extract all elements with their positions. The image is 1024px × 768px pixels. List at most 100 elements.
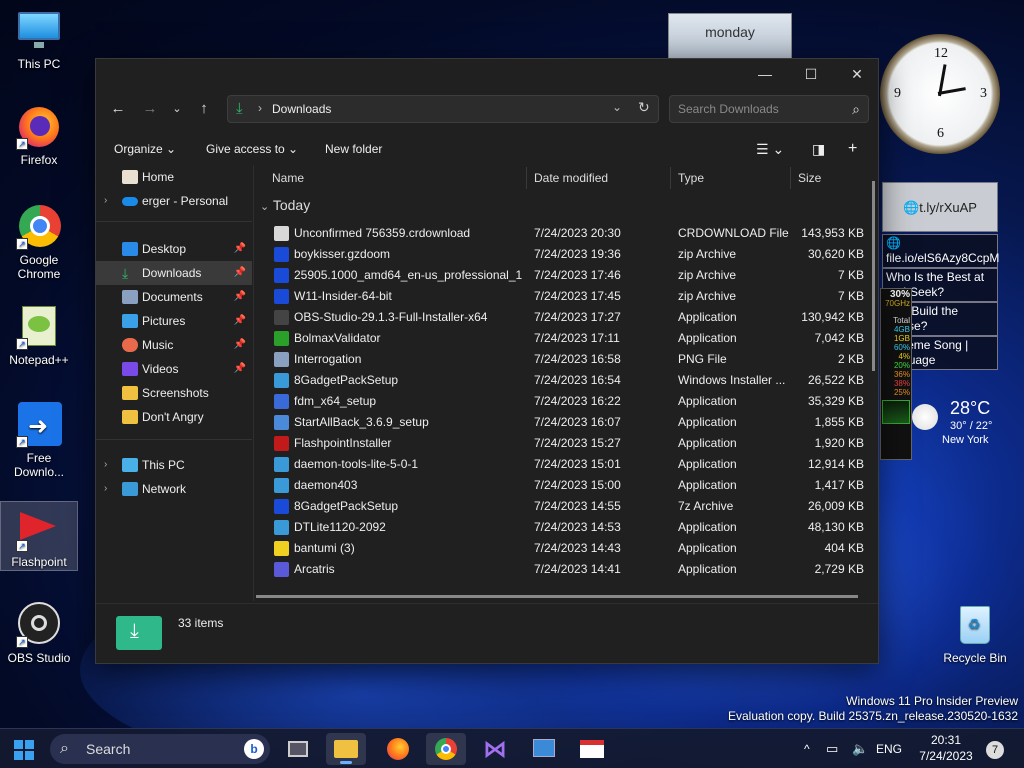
table-row[interactable]: OBS-Studio-29.1.3-Full-Installer-x64 7/24…: [256, 307, 870, 328]
recent-locations-chevron-icon[interactable]: ⌄: [166, 95, 188, 123]
taskbar-firefox[interactable]: [378, 733, 418, 765]
table-row[interactable]: fdm_x64_setup 7/24/2023 16:22 Application 3…: [256, 391, 870, 412]
up-button[interactable]: ↑: [188, 95, 220, 123]
desktop-icon-recycle-bin[interactable]: ♻ Recycle Bin: [936, 602, 1014, 665]
taskbar-app-window[interactable]: [572, 733, 612, 765]
group-header-today[interactable]: ⌄ Today: [260, 197, 310, 213]
desktop-icon-obs[interactable]: ↗ OBS Studio: [0, 602, 78, 665]
cell-size: 7,042 KB: [814, 331, 864, 345]
table-row[interactable]: daemon403 7/24/2023 15:00 Application 1,417…: [256, 475, 870, 496]
nav-network[interactable]: › Network: [96, 477, 252, 501]
refresh-icon[interactable]: ↻: [638, 99, 650, 116]
nav-this-pc[interactable]: › This PC: [96, 453, 252, 477]
add-icon[interactable]: +: [848, 133, 857, 165]
link-gadget-1[interactable]: 🌐t.ly/rXuAP: [882, 182, 998, 232]
tray-overflow-chevron-icon[interactable]: ^: [804, 729, 810, 768]
nav-screenshots[interactable]: Screenshots: [96, 381, 252, 405]
address-dropdown-chevron-icon[interactable]: ⌄: [612, 100, 622, 114]
desktop-icon-this-pc[interactable]: This PC: [0, 8, 78, 71]
table-row[interactable]: daemon-tools-lite-5-0-1 7/24/2023 15:01 Ap…: [256, 454, 870, 475]
nav-home[interactable]: Home: [96, 165, 252, 189]
taskbar-search-box[interactable]: ⌕ Search b: [50, 734, 270, 764]
table-row[interactable]: 8GadgetPackSetup 7/24/2023 14:55 7z Archiv…: [256, 496, 870, 517]
desktop-icon-chrome[interactable]: ↗ Google Chrome: [0, 204, 78, 281]
title-bar[interactable]: — ☐ ✕: [96, 59, 878, 89]
desktop-icon-flashpoint[interactable]: ↗ Flashpoint: [0, 501, 78, 571]
column-header-type[interactable]: Type: [678, 165, 704, 191]
taskbar-file-explorer[interactable]: [326, 733, 366, 765]
column-header-size[interactable]: Size: [798, 165, 821, 191]
nav-music[interactable]: Music 📌: [96, 333, 252, 357]
calendar-gadget[interactable]: monday: [668, 13, 792, 59]
desktop-icon-firefox[interactable]: ↗ Firefox: [0, 104, 78, 167]
column-header-name[interactable]: Name: [272, 165, 304, 191]
table-row[interactable]: 25905.1000_amd64_en-us_professional_1...…: [256, 265, 870, 286]
clock-gadget[interactable]: 12 3 6 9: [880, 34, 1000, 154]
column-divider[interactable]: [526, 167, 527, 189]
column-divider[interactable]: [790, 167, 791, 189]
taskbar: ⌕ Search b ⋈ ^ ▭ 🔈 ENG 20:31 7/24/2023 7: [0, 728, 1024, 768]
view-options-icon[interactable]: ☰ ⌄: [756, 133, 784, 165]
nav-dont-angry[interactable]: Don't Angry: [96, 405, 252, 429]
cell-date: 7/24/2023 17:46: [534, 268, 621, 282]
table-row[interactable]: FlashpointInstaller 7/24/2023 15:27 Applic…: [256, 433, 870, 454]
give-access-button[interactable]: Give access to ⌄: [206, 133, 298, 165]
volume-icon[interactable]: 🔈: [852, 729, 868, 768]
table-row[interactable]: Arcatris 7/24/2023 14:41 Application 2,729 …: [256, 559, 870, 580]
cpu-meter-gadget[interactable]: 30% 70GHz Total 4GB 1GB 60% 4% 20% 36% 3…: [880, 288, 912, 460]
cell-name: 8GadgetPackSetup: [294, 373, 399, 387]
horizontal-scrollbar[interactable]: [256, 595, 858, 598]
nav-videos[interactable]: Videos 📌: [96, 357, 252, 381]
pin-icon: 📌: [233, 315, 246, 326]
obs-icon: ↗: [16, 602, 62, 648]
back-button[interactable]: ←: [102, 95, 134, 123]
table-row[interactable]: Interrogation 7/24/2023 16:58 PNG File 2 KB: [256, 349, 870, 370]
desktop-icon-notepadpp[interactable]: ↗ Notepad++: [0, 304, 78, 367]
nav-downloads[interactable]: ⤓ Downloads 📌: [96, 261, 252, 285]
taskbar-chrome[interactable]: [426, 733, 466, 765]
breadcrumb-downloads[interactable]: Downloads: [272, 102, 331, 116]
nav-onedrive[interactable]: › erger - Personal: [96, 189, 252, 213]
close-button[interactable]: ✕: [834, 59, 880, 89]
task-view-button[interactable]: [278, 733, 318, 765]
nav-pictures[interactable]: Pictures 📌: [96, 309, 252, 333]
forward-button[interactable]: →: [134, 95, 166, 123]
new-folder-button[interactable]: New folder: [325, 133, 382, 165]
nav-documents[interactable]: Documents 📌: [96, 285, 252, 309]
column-header-date[interactable]: Date modified: [534, 165, 608, 191]
file-icon: [274, 289, 289, 304]
table-row[interactable]: Unconfirmed 756359.crdownload 7/24/2023 2…: [256, 223, 870, 244]
search-downloads-input[interactable]: Search Downloads ⌕: [669, 95, 869, 123]
link-gadget-2[interactable]: 🌐file.io/elS6Azy8CcpM: [882, 234, 999, 268]
notification-center-button[interactable]: 7: [986, 729, 1010, 768]
file-icon: [274, 499, 289, 514]
cell-size: 1,417 KB: [814, 478, 864, 492]
table-row[interactable]: W11-Insider-64-bit 7/24/2023 17:45 zip Arc…: [256, 286, 870, 307]
weather-gadget[interactable]: 28°C 30° / 22° New York: [912, 396, 1022, 452]
clock[interactable]: 20:31 7/24/2023: [908, 729, 984, 768]
minimize-button[interactable]: —: [742, 59, 788, 89]
table-row[interactable]: boykisser.gzdoom 7/24/2023 19:36 zip Archi…: [256, 244, 870, 265]
maximize-button[interactable]: ☐: [788, 59, 834, 89]
table-row[interactable]: DTLite1120-2092 7/24/2023 14:53 Applicatio…: [256, 517, 870, 538]
cell-name: DTLite1120-2092: [294, 520, 386, 534]
vertical-scrollbar[interactable]: [872, 181, 875, 371]
column-divider[interactable]: [670, 167, 671, 189]
table-row[interactable]: BolmaxValidator 7/24/2023 17:11 Applicatio…: [256, 328, 870, 349]
language-indicator[interactable]: ENG: [876, 729, 902, 768]
details-pane-icon[interactable]: ◨: [812, 133, 825, 165]
table-row[interactable]: StartAllBack_3.6.9_setup 7/24/2023 16:07 A…: [256, 412, 870, 433]
table-row[interactable]: 8GadgetPackSetup 7/24/2023 16:54 Windows I…: [256, 370, 870, 391]
desktop-icon-fdm[interactable]: ➜ ↗ Free Downlo...: [0, 402, 78, 479]
display-icon[interactable]: ▭: [826, 729, 838, 768]
organize-button[interactable]: Organize ⌄: [114, 133, 176, 165]
taskbar-control-panel[interactable]: [524, 733, 564, 765]
start-button[interactable]: [4, 733, 44, 765]
cell-name: FlashpointInstaller: [294, 436, 392, 450]
table-row[interactable]: bantumi (3) 7/24/2023 14:43 Application 404…: [256, 538, 870, 559]
address-bar[interactable]: ⤓ › Downloads ⌄ ↻: [227, 95, 659, 123]
nav-desktop[interactable]: Desktop 📌: [96, 237, 252, 261]
taskbar-visual-studio[interactable]: ⋈: [474, 733, 514, 765]
navigation-pane: Home › erger - Personal Desktop 📌 ⤓ Downloa…: [96, 165, 254, 601]
file-icon: [274, 520, 289, 535]
